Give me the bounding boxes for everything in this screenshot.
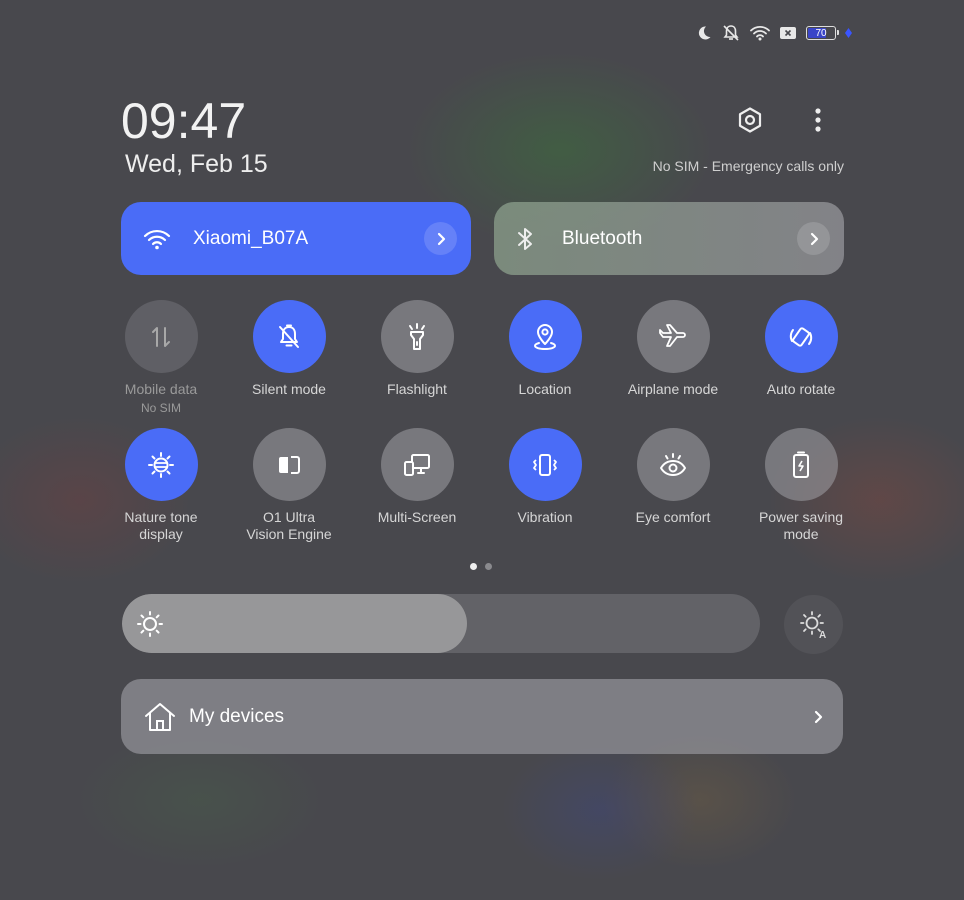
bluetooth-details-button[interactable] (797, 222, 830, 255)
toggle-label: Location (518, 381, 572, 397)
brightness-fill (122, 594, 467, 653)
bluetooth-label: Bluetooth (562, 227, 643, 249)
toggle-flashlight[interactable]: Flashlight (353, 300, 481, 416)
toggle-label: Flashlight (387, 381, 447, 397)
chevron-right-icon (810, 232, 818, 245)
my-devices-card[interactable]: My devices (121, 679, 843, 754)
toggle-vibration[interactable]: Vibration (481, 428, 609, 544)
no-sim-icon (780, 27, 796, 39)
wifi-details-button[interactable] (424, 222, 457, 255)
sim-status: No SIM - Emergency calls only (652, 158, 844, 174)
toggle-label: Vibration (517, 509, 573, 525)
toggle-vision-engine[interactable]: O1 Ultra Vision Engine (225, 428, 353, 544)
wifi-tile[interactable]: Xiaomi_B07A (121, 202, 471, 275)
rotate-icon (789, 326, 813, 347)
toggle-button[interactable] (380, 300, 454, 373)
date[interactable]: Wed, Feb 15 (125, 150, 268, 179)
nature-tone-icon (148, 451, 174, 478)
toggle-button[interactable] (252, 428, 326, 501)
toggle-auto-rotate[interactable]: Auto rotate (737, 300, 865, 416)
toggle-label: Nature tone display (124, 509, 198, 542)
home-icon (145, 702, 175, 731)
moon-icon (698, 26, 711, 40)
page-dot-2[interactable] (485, 563, 492, 570)
more-options-button[interactable] (800, 102, 836, 138)
quick-toggles-grid: Mobile data No SIM Silent mode Flashligh… (97, 300, 865, 544)
bluetooth-tile[interactable]: Bluetooth (494, 202, 844, 275)
status-bar: 70 (696, 22, 852, 44)
toggle-button[interactable] (508, 300, 582, 373)
clock[interactable]: 09:47 (121, 92, 246, 150)
multi-screen-icon (404, 453, 430, 476)
page-dot-1[interactable] (470, 563, 477, 570)
toggle-nature-tone-display[interactable]: Nature tone display (97, 428, 225, 544)
toggle-button[interactable] (636, 300, 710, 373)
toggle-location[interactable]: Location (481, 300, 609, 416)
bluetooth-icon (518, 227, 532, 250)
toggle-button[interactable] (636, 428, 710, 501)
bell-off-icon (723, 25, 739, 41)
brightness-icon (137, 611, 163, 637)
toggle-button[interactable] (508, 428, 582, 501)
hexagon-gear-icon (738, 107, 762, 133)
toggle-label: Power saving mode (758, 509, 844, 542)
toggle-power-saving[interactable]: Power saving mode (737, 428, 865, 544)
toggle-label: Eye comfort (635, 509, 711, 525)
toggle-eye-comfort[interactable]: Eye comfort (609, 428, 737, 544)
toggle-button[interactable] (764, 428, 838, 501)
toggle-label: Mobile data (124, 381, 198, 397)
toggle-button[interactable] (764, 300, 838, 373)
battery-indicator: 70 (806, 26, 839, 40)
bell-off-icon (279, 324, 299, 348)
more-vertical-icon (815, 108, 821, 132)
toggle-button[interactable] (380, 428, 454, 501)
wifi-icon (143, 229, 171, 249)
battery-saver-icon (793, 451, 809, 478)
toggle-label: Auto rotate (766, 381, 836, 397)
toggle-label: O1 Ultra Vision Engine (246, 509, 332, 542)
chevron-right-icon (437, 232, 445, 245)
wifi-icon (750, 26, 770, 41)
battery-level: 70 (815, 27, 827, 39)
toggle-label: Silent mode (252, 381, 326, 397)
toggle-sublabel: No SIM (140, 401, 181, 415)
vision-engine-icon (279, 455, 300, 474)
toggle-button[interactable] (252, 300, 326, 373)
eye-icon (660, 452, 686, 476)
mobile-data-icon (152, 326, 170, 347)
toggle-label: Airplane mode (627, 381, 719, 397)
wifi-network-name: Xiaomi_B07A (193, 227, 309, 249)
toggle-multi-screen[interactable]: Multi-Screen (353, 428, 481, 544)
settings-button[interactable] (732, 102, 768, 138)
charging-icon (845, 28, 852, 38)
my-devices-label: My devices (189, 705, 285, 727)
vibration-icon (533, 453, 557, 476)
toggle-mobile-data[interactable]: Mobile data No SIM (97, 300, 225, 416)
auto-brightness-icon: A (799, 610, 826, 640)
airplane-icon (659, 323, 686, 347)
page-indicator (470, 563, 492, 570)
toggle-label: Multi-Screen (377, 509, 457, 525)
flashlight-icon (409, 322, 425, 350)
toggle-button[interactable] (124, 428, 198, 501)
auto-brightness-button[interactable]: A (784, 595, 843, 654)
toggle-silent-mode[interactable]: Silent mode (225, 300, 353, 416)
toggle-button[interactable] (124, 300, 198, 373)
toggle-airplane-mode[interactable]: Airplane mode (609, 300, 737, 416)
chevron-right-icon (814, 710, 823, 723)
brightness-slider[interactable] (122, 594, 760, 653)
location-icon (533, 323, 557, 350)
svg-text:A: A (819, 630, 826, 640)
